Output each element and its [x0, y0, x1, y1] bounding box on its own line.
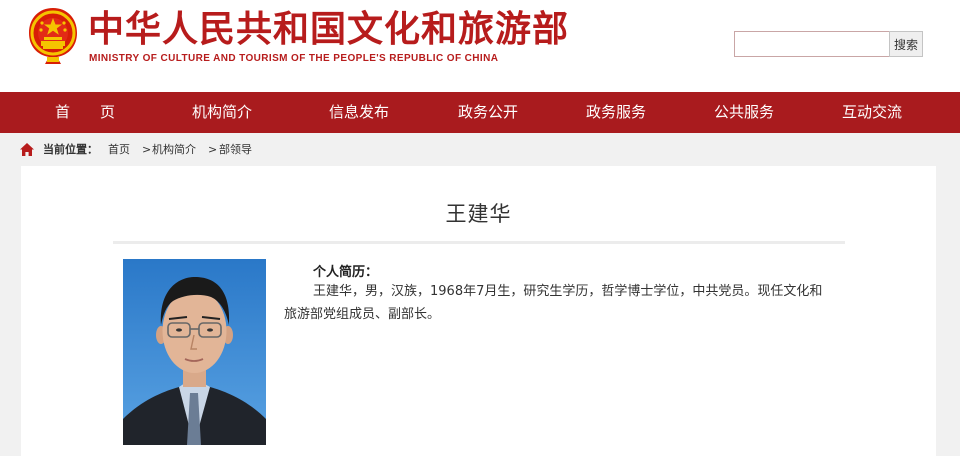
nav-item-news[interactable]: 信息发布	[329, 92, 389, 133]
search-button[interactable]: 搜索	[889, 31, 923, 57]
breadcrumb-item-home[interactable]: 首页	[108, 133, 130, 166]
breadcrumb-item-about[interactable]: 机构简介	[152, 133, 196, 166]
portrait-photo	[123, 259, 266, 445]
site-header: 中华人民共和国文化和旅游部 MINISTRY OF CULTURE AND TO…	[0, 0, 960, 92]
person-name-heading: 王建华	[445, 202, 512, 226]
home-icon	[20, 143, 34, 156]
nav-item-interaction[interactable]: 互动交流	[842, 92, 902, 133]
title-divider	[113, 241, 845, 244]
search-input[interactable]	[734, 31, 890, 57]
nav-item-gov-service[interactable]: 政务服务	[586, 92, 646, 133]
bio-text: 王建华，男，汉族，1968年7月生，研究生学历，哲学博士学位，中共党员。现任文化…	[284, 284, 823, 322]
nav-item-home[interactable]: 首 页	[55, 92, 115, 133]
nav-item-about[interactable]: 机构简介	[192, 92, 252, 133]
nav-item-gov-affairs[interactable]: 政务公开	[458, 92, 518, 133]
nav-item-public-service[interactable]: 公共服务	[714, 92, 774, 133]
site-title: 中华人民共和国文化和旅游部	[88, 9, 570, 50]
breadcrumb-separator: >	[142, 143, 152, 156]
breadcrumb-item-leaders[interactable]: 部领导	[219, 133, 252, 166]
main-nav: 首 页 机构简介 信息发布 政务公开 政务服务 公共服务 互动交流	[0, 92, 960, 133]
bio-heading: 个人简历：	[313, 265, 379, 280]
site-subtitle: MINISTRY OF CULTURE AND TOURISM OF THE P…	[89, 53, 499, 64]
content-panel: 王建华 个人简历： 王建华，男，汉族，1968年7月生，研究生学历，哲学博士学位…	[21, 166, 936, 456]
breadcrumb-prefix: 当前位置：	[43, 143, 98, 156]
breadcrumb-separator: >	[208, 143, 218, 156]
breadcrumb: 当前位置： 首页 > 机构简介 > 部领导	[0, 133, 960, 166]
national-emblem-icon[interactable]	[27, 6, 79, 66]
